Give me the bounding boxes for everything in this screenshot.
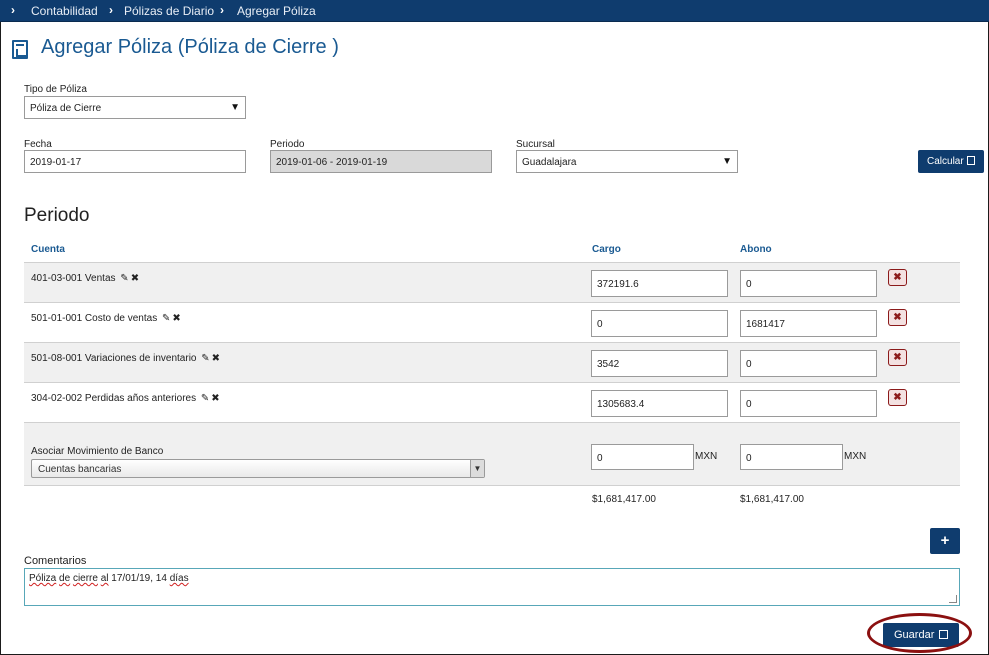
tipo-poliza-value: Póliza de Cierre — [30, 103, 102, 114]
section-title: Periodo — [24, 205, 90, 226]
calculator-icon — [967, 156, 976, 165]
calcular-button[interactable]: Calcular — [918, 150, 984, 173]
close-icon: ✖ — [893, 352, 902, 363]
caret-down-icon: ▼ — [230, 102, 240, 113]
breadcrumb-item-agregar-poliza: Agregar Póliza — [237, 4, 316, 18]
breadcrumb: › Contabilidad › Pólizas de Diario › Agr… — [0, 0, 989, 22]
comments-textarea[interactable]: Póliza de cierre al 17/01/19, 14 días — [24, 568, 960, 606]
cuenta-label: 401-03-001 Ventas — [31, 273, 116, 284]
close-icon: ✖ — [893, 392, 902, 403]
add-row-button[interactable]: + — [930, 528, 960, 554]
chevron-right-icon: › — [109, 3, 113, 17]
resize-handle[interactable] — [949, 595, 957, 603]
table-row: 401-03-001 Ventas ✎ ✖ 372191.6 0 ✖ — [24, 262, 960, 302]
abono-input[interactable]: 0 — [740, 390, 877, 417]
document-chart-icon — [12, 40, 28, 59]
bank-accounts-value: Cuentas bancarias — [38, 464, 122, 475]
sucursal-label: Sucursal — [516, 139, 555, 150]
currency-label: MXN — [844, 451, 867, 462]
chevron-right-icon: › — [11, 3, 15, 17]
cuenta-label: 304-02-002 Perdidas años anteriores — [31, 393, 197, 404]
edit-icon[interactable]: ✎ — [201, 353, 209, 364]
breadcrumb-item-polizas-diario[interactable]: Pólizas de Diario — [124, 4, 214, 18]
delete-row-button[interactable]: ✖ — [888, 389, 907, 406]
tipo-poliza-label: Tipo de Póliza — [24, 84, 87, 95]
comment-text: días — [169, 573, 189, 584]
comment-text: Póliza — [29, 573, 57, 584]
total-cargo: $1,681,417.00 — [592, 494, 656, 505]
cargo-input[interactable]: 3542 — [591, 350, 728, 377]
total-abono: $1,681,417.00 — [740, 494, 804, 505]
bank-accounts-select[interactable]: Cuentas bancarias ▼ — [31, 459, 485, 478]
comment-text: 17/01/19, 14 — [108, 573, 170, 584]
periodo-label: Periodo — [270, 139, 305, 150]
periodo-field: 2019-01-06 - 2019-01-19 — [270, 150, 492, 173]
fecha-label: Fecha — [24, 139, 52, 150]
caret-down-icon: ▼ — [470, 460, 484, 477]
tipo-poliza-select[interactable]: Póliza de Cierre ▼ — [24, 96, 246, 119]
bank-association-row: Asociar Movimiento de Banco Cuentas banc… — [24, 422, 960, 486]
sucursal-value: Guadalajara — [522, 157, 577, 168]
table-row: 304-02-002 Perdidas años anteriores ✎ ✖ 1… — [24, 382, 960, 422]
highlight-annotation — [867, 613, 972, 653]
edit-icon[interactable]: ✎ — [162, 313, 170, 324]
abono-input[interactable]: 0 — [740, 270, 877, 297]
sucursal-select[interactable]: Guadalajara ▼ — [516, 150, 738, 173]
chevron-right-icon: › — [220, 3, 224, 17]
close-icon: ✖ — [893, 272, 902, 283]
comment-text: cierre — [72, 573, 98, 584]
page-title: Agregar Póliza (Póliza de Cierre ) — [41, 36, 339, 58]
breadcrumb-item-contabilidad[interactable]: Contabilidad — [31, 4, 98, 18]
cargo-input[interactable]: 1305683.4 — [591, 390, 728, 417]
column-header-cuenta: Cuenta — [31, 244, 65, 255]
close-icon[interactable]: ✖ — [172, 313, 180, 324]
bank-cargo-input[interactable]: 0 — [591, 444, 694, 470]
fecha-input[interactable]: 2019-01-17 — [24, 150, 246, 173]
abono-input[interactable]: 1681417 — [740, 310, 877, 337]
abono-input[interactable]: 0 — [740, 350, 877, 377]
cargo-input[interactable]: 372191.6 — [591, 270, 728, 297]
close-icon[interactable]: ✖ — [131, 273, 139, 284]
column-header-cargo: Cargo — [592, 244, 621, 255]
cuenta-label: 501-08-001 Variaciones de inventario — [31, 353, 197, 364]
calcular-label: Calcular — [927, 156, 964, 167]
edit-icon[interactable]: ✎ — [120, 273, 128, 284]
plus-icon: + — [940, 532, 950, 549]
currency-label: MXN — [695, 451, 718, 462]
table-row: 501-08-001 Variaciones de inventario ✎ ✖ … — [24, 342, 960, 382]
bank-association-label: Asociar Movimiento de Banco — [31, 446, 164, 457]
delete-row-button[interactable]: ✖ — [888, 269, 907, 286]
column-header-abono: Abono — [740, 244, 772, 255]
comment-text: de — [59, 573, 71, 584]
close-icon[interactable]: ✖ — [211, 393, 219, 404]
comments-label: Comentarios — [24, 555, 87, 567]
delete-row-button[interactable]: ✖ — [888, 349, 907, 366]
close-icon: ✖ — [893, 312, 902, 323]
table-row: 501-01-001 Costo de ventas ✎ ✖ 0 1681417 … — [24, 302, 960, 342]
close-icon[interactable]: ✖ — [212, 353, 220, 364]
cuenta-label: 501-01-001 Costo de ventas — [31, 313, 158, 324]
delete-row-button[interactable]: ✖ — [888, 309, 907, 326]
comment-text: al — [100, 573, 109, 584]
bank-abono-input[interactable]: 0 — [740, 444, 843, 470]
caret-down-icon: ▼ — [722, 156, 732, 167]
edit-icon[interactable]: ✎ — [201, 393, 209, 404]
cargo-input[interactable]: 0 — [591, 310, 728, 337]
